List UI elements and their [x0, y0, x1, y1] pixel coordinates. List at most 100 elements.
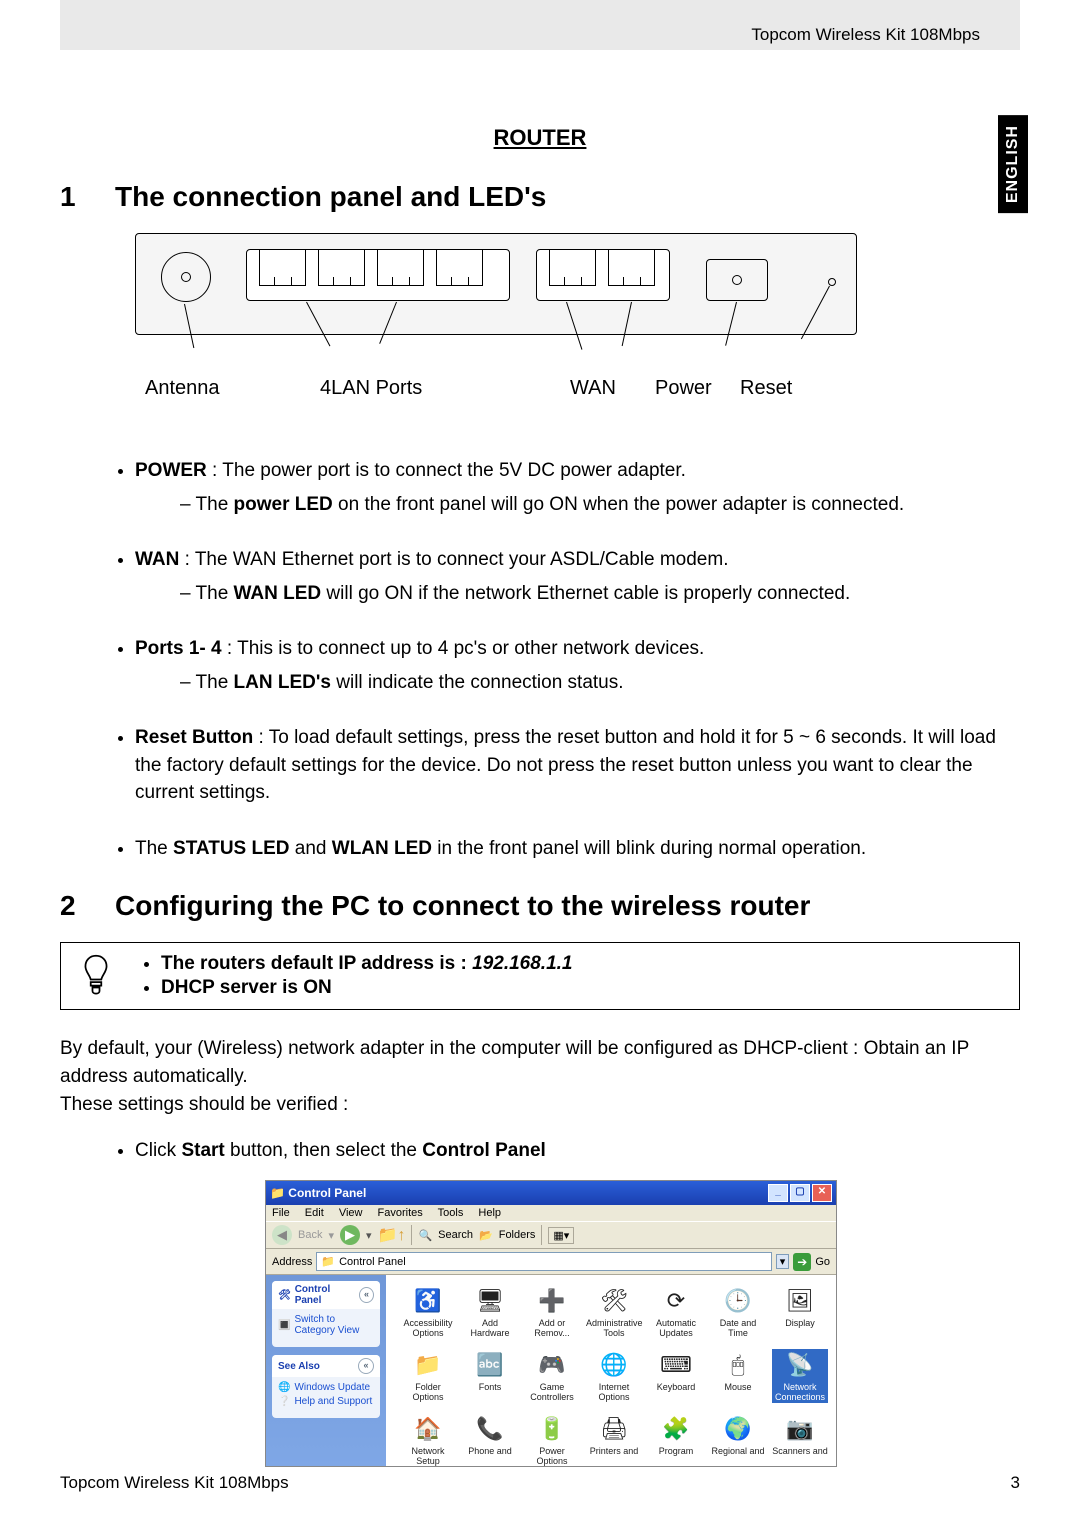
ports-text: : This is to connect up to 4 pc's or oth…	[222, 638, 705, 659]
reset-hole-icon	[828, 278, 836, 286]
cp-label: Internet Options	[586, 1383, 642, 1403]
antenna-icon	[161, 252, 211, 302]
switch-category-link[interactable]: 🔳Switch to Category View	[278, 1314, 374, 1336]
note-box: The routers default IP address is : 192.…	[60, 942, 1020, 1010]
note-line-2: DHCP server is ON	[161, 977, 573, 999]
note-icon	[61, 943, 131, 1009]
cp-item-administrative-tools[interactable]: 🛠Administrative Tools	[586, 1285, 642, 1339]
cp-label: Add Hardware	[462, 1319, 518, 1339]
menu-view[interactable]: View	[339, 1207, 363, 1219]
menu-favorites[interactable]: Favorites	[378, 1207, 423, 1219]
bullet-power: POWER : The power port is to connect the…	[135, 457, 1020, 518]
cp-icon: 📷	[784, 1413, 816, 1445]
cp-icon: 🔤	[474, 1349, 506, 1381]
cp-icon: 🖨	[598, 1413, 630, 1445]
cp-item-power-options[interactable]: 🔋Power Options	[524, 1413, 580, 1467]
menu-tools[interactable]: Tools	[438, 1207, 464, 1219]
go-label[interactable]: Go	[815, 1256, 830, 1268]
cp-label: Folder Options	[400, 1383, 456, 1403]
close-button[interactable]: ✕	[812, 1184, 832, 1202]
cp-item-add-hardware[interactable]: 🖥Add Hardware	[462, 1285, 518, 1339]
wan-bold: WAN	[135, 549, 179, 570]
search-icon[interactable]: 🔍	[418, 1229, 432, 1242]
cp-icon: 🌍	[722, 1413, 754, 1445]
label-lan: 4LAN Ports	[320, 377, 422, 400]
reset-text: : To load default settings, press the re…	[135, 727, 996, 803]
label-wan: WAN	[570, 377, 616, 400]
back-label: Back	[298, 1229, 322, 1241]
lan-ports-icon	[246, 249, 510, 301]
cp-label: Keyboard	[648, 1383, 704, 1393]
side-title-cp: Control Panel	[295, 1284, 355, 1306]
cp-label: Network Connections	[772, 1383, 828, 1403]
up-button[interactable]: 📁↑	[378, 1225, 406, 1245]
label-power: Power	[655, 377, 712, 400]
cp-item-network-connections[interactable]: 📡Network Connections	[772, 1349, 828, 1403]
label-antenna: Antenna	[145, 377, 220, 400]
cp-icon: 📞	[474, 1413, 506, 1445]
maximize-button[interactable]: ▢	[790, 1184, 810, 1202]
bullet-reset: Reset Button : To load default settings,…	[135, 724, 1020, 807]
menu-edit[interactable]: Edit	[305, 1207, 324, 1219]
connection-panel-diagram: Antenna 4LAN Ports WAN Power Reset	[135, 233, 1020, 437]
cp-item-accessibility-options[interactable]: ♿Accessibility Options	[400, 1285, 456, 1339]
address-bar: Address 📁 Control Panel ▾ ➔ Go	[266, 1249, 836, 1275]
cp-item-printers-and[interactable]: 🖨Printers and	[586, 1413, 642, 1467]
feature-bullets: POWER : The power port is to connect the…	[60, 457, 1020, 862]
control-panel-icon: 🛠	[278, 1290, 291, 1301]
cp-item-folder-options[interactable]: 📁Folder Options	[400, 1349, 456, 1403]
address-field[interactable]: 📁 Control Panel	[316, 1252, 771, 1271]
collapse-icon[interactable]: «	[359, 1287, 374, 1303]
help-support-link[interactable]: ❔Help and Support	[278, 1396, 374, 1407]
back-button[interactable]: ◀	[272, 1225, 292, 1245]
cp-item-fonts[interactable]: 🔤Fonts	[462, 1349, 518, 1403]
cp-item-game-controllers[interactable]: 🎮Game Controllers	[524, 1349, 580, 1403]
forward-button[interactable]: ▶	[340, 1225, 360, 1245]
cp-label: Add or Remov...	[524, 1319, 580, 1339]
cp-item-regional-and[interactable]: 🌍Regional and	[710, 1413, 766, 1467]
folders-icon[interactable]: 📂	[479, 1229, 493, 1242]
paragraph-default: By default, your (Wireless) network adap…	[60, 1035, 1020, 1118]
reset-bold: Reset Button	[135, 727, 253, 748]
cp-item-network-setup[interactable]: 🏠Network Setup	[400, 1413, 456, 1467]
cp-icon: ⌨	[660, 1349, 692, 1381]
menu-file[interactable]: File	[272, 1207, 290, 1219]
switch-icon: 🔳	[278, 1320, 290, 1331]
window-title: Control Panel	[288, 1186, 366, 1200]
cp-item-add-or-remov-[interactable]: ➕Add or Remov...	[524, 1285, 580, 1339]
globe-icon: 🌐	[278, 1382, 290, 1393]
cp-item-date-and-time[interactable]: 🕒Date and Time	[710, 1285, 766, 1339]
cp-item-display[interactable]: 🖼Display	[772, 1285, 828, 1339]
control-panel-icons: ♿Accessibility Options🖥Add Hardware➕Add …	[386, 1275, 836, 1466]
search-label[interactable]: Search	[438, 1229, 473, 1241]
bullet-status: The STATUS LED and WLAN LED in the front…	[135, 835, 1020, 863]
cp-item-phone-and[interactable]: 📞Phone and	[462, 1413, 518, 1467]
address-label: Address	[272, 1256, 312, 1268]
go-button[interactable]: ➔	[793, 1253, 811, 1271]
cp-label: Mouse	[710, 1383, 766, 1393]
menu-help[interactable]: Help	[478, 1207, 501, 1219]
folders-label[interactable]: Folders	[499, 1229, 536, 1241]
cp-item-automatic-updates[interactable]: ⟳Automatic Updates	[648, 1285, 704, 1339]
section-1-num: 1	[60, 181, 115, 213]
header-product: Topcom Wireless Kit 108Mbps	[751, 25, 980, 45]
minimize-button[interactable]: _	[768, 1184, 788, 1202]
cp-item-program[interactable]: 🧩Program	[648, 1413, 704, 1467]
cp-icon: 🏠	[412, 1413, 444, 1445]
address-dropdown[interactable]: ▾	[776, 1254, 790, 1269]
section-2-heading: 2Configuring the PC to connect to the wi…	[60, 890, 1020, 922]
cp-icon: 🖼	[784, 1285, 816, 1317]
views-button[interactable]: ▦▾	[548, 1227, 574, 1244]
cp-item-keyboard[interactable]: ⌨ Keyboard	[648, 1349, 704, 1403]
control-panel-screenshot: 📁 Control Panel _ ▢ ✕ File Edit View Fav…	[265, 1180, 837, 1467]
collapse-icon-2[interactable]: «	[358, 1358, 374, 1374]
power-text: : The power port is to connect the 5V DC…	[207, 460, 686, 481]
cp-item-scanners-and[interactable]: 📷Scanners and	[772, 1413, 828, 1467]
cp-item-mouse[interactable]: 🖱Mouse	[710, 1349, 766, 1403]
cp-item-internet-options[interactable]: 🌐Internet Options	[586, 1349, 642, 1403]
cp-label: Power Options	[524, 1447, 580, 1467]
wan-sub: The WAN LED will go ON if the network Et…	[180, 580, 1020, 608]
address-value: Control Panel	[339, 1256, 406, 1268]
windows-update-link[interactable]: 🌐Windows Update	[278, 1382, 374, 1393]
note-line-1: The routers default IP address is : 192.…	[161, 953, 573, 975]
